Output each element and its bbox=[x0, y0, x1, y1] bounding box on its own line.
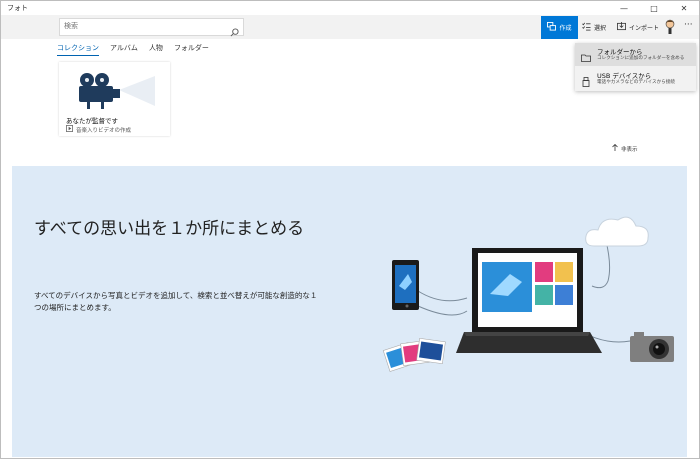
import-button[interactable]: インポート bbox=[617, 20, 659, 34]
tab-people[interactable]: 人物 bbox=[149, 43, 163, 56]
account-button[interactable] bbox=[663, 19, 677, 35]
import-icon bbox=[617, 21, 626, 33]
import-label: インポート bbox=[629, 24, 660, 32]
folder-icon bbox=[581, 48, 591, 67]
projector-icon bbox=[79, 73, 155, 109]
search-box[interactable] bbox=[59, 18, 244, 37]
more-options-button[interactable]: ··· bbox=[684, 20, 693, 30]
close-button[interactable]: ✕ bbox=[669, 1, 699, 15]
minimize-icon: — bbox=[620, 3, 628, 13]
card-subtitle-row: 音楽入りビデオの作成 bbox=[66, 125, 131, 134]
avatar-icon bbox=[665, 19, 675, 34]
laptop-icon bbox=[456, 248, 602, 353]
select-label: 選択 bbox=[594, 24, 607, 32]
arrow-up-icon bbox=[612, 143, 618, 153]
close-icon: ✕ bbox=[680, 3, 688, 13]
create-label: 作成 bbox=[559, 25, 572, 32]
maximize-icon: □ bbox=[650, 3, 658, 13]
phone-icon bbox=[392, 260, 419, 310]
cloud-icon bbox=[585, 216, 649, 247]
music-video-icon bbox=[66, 125, 73, 134]
select-button[interactable]: 選択 bbox=[582, 20, 606, 34]
create-button[interactable]: 作成 bbox=[541, 16, 578, 39]
more-icon: ··· bbox=[684, 20, 693, 30]
tab-albums[interactable]: アルバム bbox=[110, 43, 138, 56]
tab-collection[interactable]: コレクション bbox=[57, 43, 99, 56]
import-usb-description: 電話やカメラなどのデバイスから接続 bbox=[597, 80, 675, 85]
minimize-button[interactable]: — bbox=[609, 1, 639, 15]
select-icon bbox=[582, 22, 591, 33]
command-bar: 作成 選択 インポート ··· bbox=[1, 15, 699, 39]
search-input[interactable] bbox=[64, 22, 224, 30]
tab-folders[interactable]: フォルダー bbox=[174, 43, 209, 56]
import-from-usb-item[interactable]: USB デバイスから 電話やカメラなどのデバイスから接続 bbox=[575, 67, 696, 90]
video-project-card[interactable]: あなたが監督です 音楽入りビデオの作成 bbox=[59, 62, 170, 136]
card-title: あなたが監督です bbox=[66, 117, 118, 125]
import-from-folder-item[interactable]: フォルダーから コレクションに追加のフォルダーを含める bbox=[575, 43, 696, 66]
card-subtitle: 音楽入りビデオの作成 bbox=[76, 127, 132, 134]
camera-icon bbox=[630, 332, 674, 362]
maximize-button[interactable]: □ bbox=[639, 1, 669, 15]
section-tabs: コレクション アルバム 人物 フォルダー bbox=[57, 43, 209, 56]
create-icon bbox=[547, 22, 557, 33]
search-icon[interactable] bbox=[230, 22, 239, 41]
photo-stack-icon bbox=[382, 337, 446, 372]
import-menu: フォルダーから コレクションに追加のフォルダーを含める USB デバイスから 電… bbox=[575, 43, 696, 91]
usb-icon bbox=[581, 72, 591, 91]
hide-button[interactable]: 非表示 bbox=[612, 143, 638, 153]
empty-state-panel: すべての思い出を１か所にまとめる すべてのデバイスから写真とビデオを追加して、検… bbox=[12, 166, 687, 457]
empty-state-description: すべてのデバイスから写真とビデオを追加して、検索と並べ替えが可能な創造的な１つの… bbox=[34, 291, 318, 312]
devices-illustration bbox=[382, 216, 674, 372]
import-folder-description: コレクションに追加のフォルダーを含める bbox=[597, 56, 685, 61]
title-bar: フォト — □ ✕ bbox=[1, 1, 699, 15]
empty-state-headline: すべての思い出を１か所にまとめる bbox=[34, 219, 305, 239]
app-title: フォト bbox=[7, 4, 28, 12]
hide-label: 非表示 bbox=[621, 146, 638, 153]
